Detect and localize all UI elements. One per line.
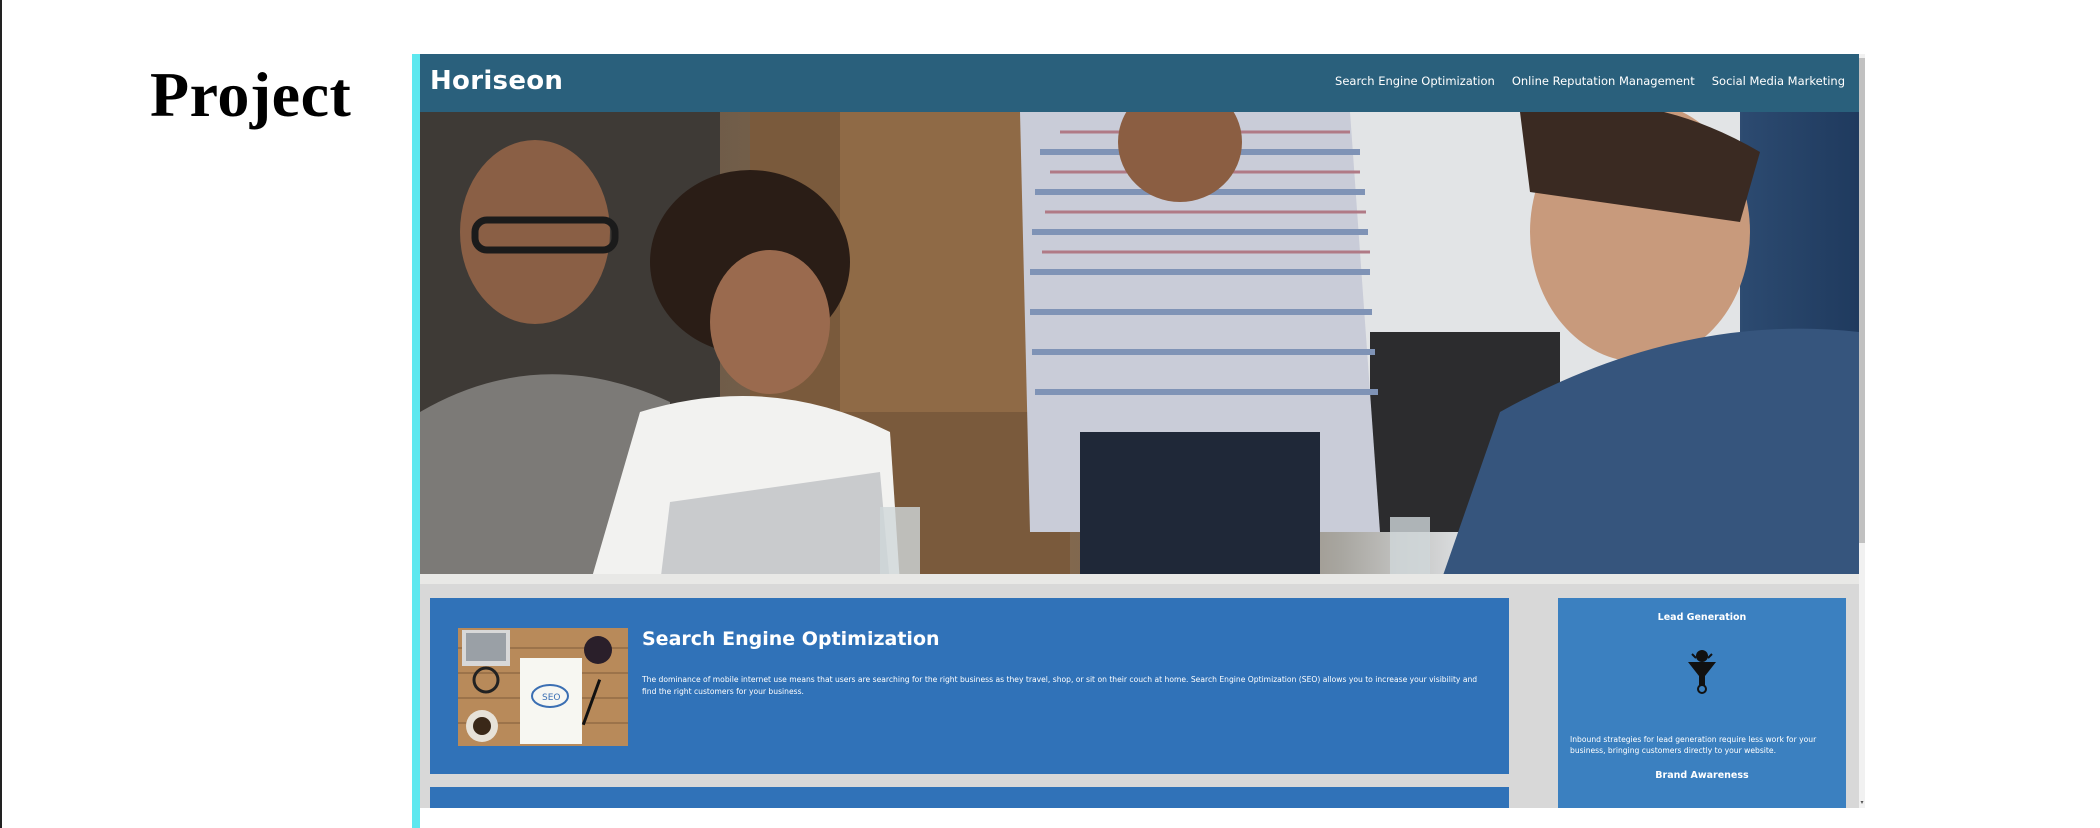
hero-photo-illustration	[420, 112, 1859, 584]
hero-image	[420, 112, 1859, 584]
lead-generation-funnel-icon	[1682, 648, 1722, 699]
seo-description: The dominance of mobile internet use mea…	[642, 674, 1478, 696]
page-title: Project	[150, 59, 352, 130]
nav-link-seo[interactable]: Search Engine Optimization	[1335, 74, 1495, 88]
site-preview-frame: Horiseon Search Engine Optimization Onli…	[420, 54, 1865, 808]
brand-awareness-heading: Brand Awareness	[1655, 770, 1749, 781]
scrollbar[interactable]: ▾	[1859, 54, 1865, 808]
site-logo[interactable]: Horiseon	[430, 66, 563, 96]
site-header: Horiseon Search Engine Optimization Onli…	[420, 54, 1859, 112]
lead-generation-text: Inbound strategies for lead generation r…	[1570, 734, 1817, 755]
scrollbar-thumb[interactable]	[1859, 58, 1865, 543]
lead-generation-heading: Lead Generation	[1657, 612, 1747, 623]
nav-link-social[interactable]: Social Media Marketing	[1712, 74, 1845, 88]
benefits-sidebar: Lead Generation Inbound strategies for l…	[1558, 598, 1846, 808]
svg-text:SEO: SEO	[542, 693, 560, 703]
seo-illustration: SEO	[458, 628, 628, 746]
accent-bar	[412, 54, 420, 828]
seo-section: SEO Search Engine Optimization The domin…	[430, 598, 1509, 774]
next-section-card	[430, 787, 1509, 808]
left-border	[0, 0, 2, 828]
nav-link-reputation[interactable]: Online Reputation Management	[1512, 74, 1695, 88]
seo-heading: Search Engine Optimization	[642, 628, 940, 650]
scroll-down-arrow-icon[interactable]: ▾	[1859, 800, 1865, 806]
site-nav: Search Engine Optimization Online Reputa…	[1335, 74, 1845, 88]
seo-notebook-image: SEO	[458, 628, 628, 746]
